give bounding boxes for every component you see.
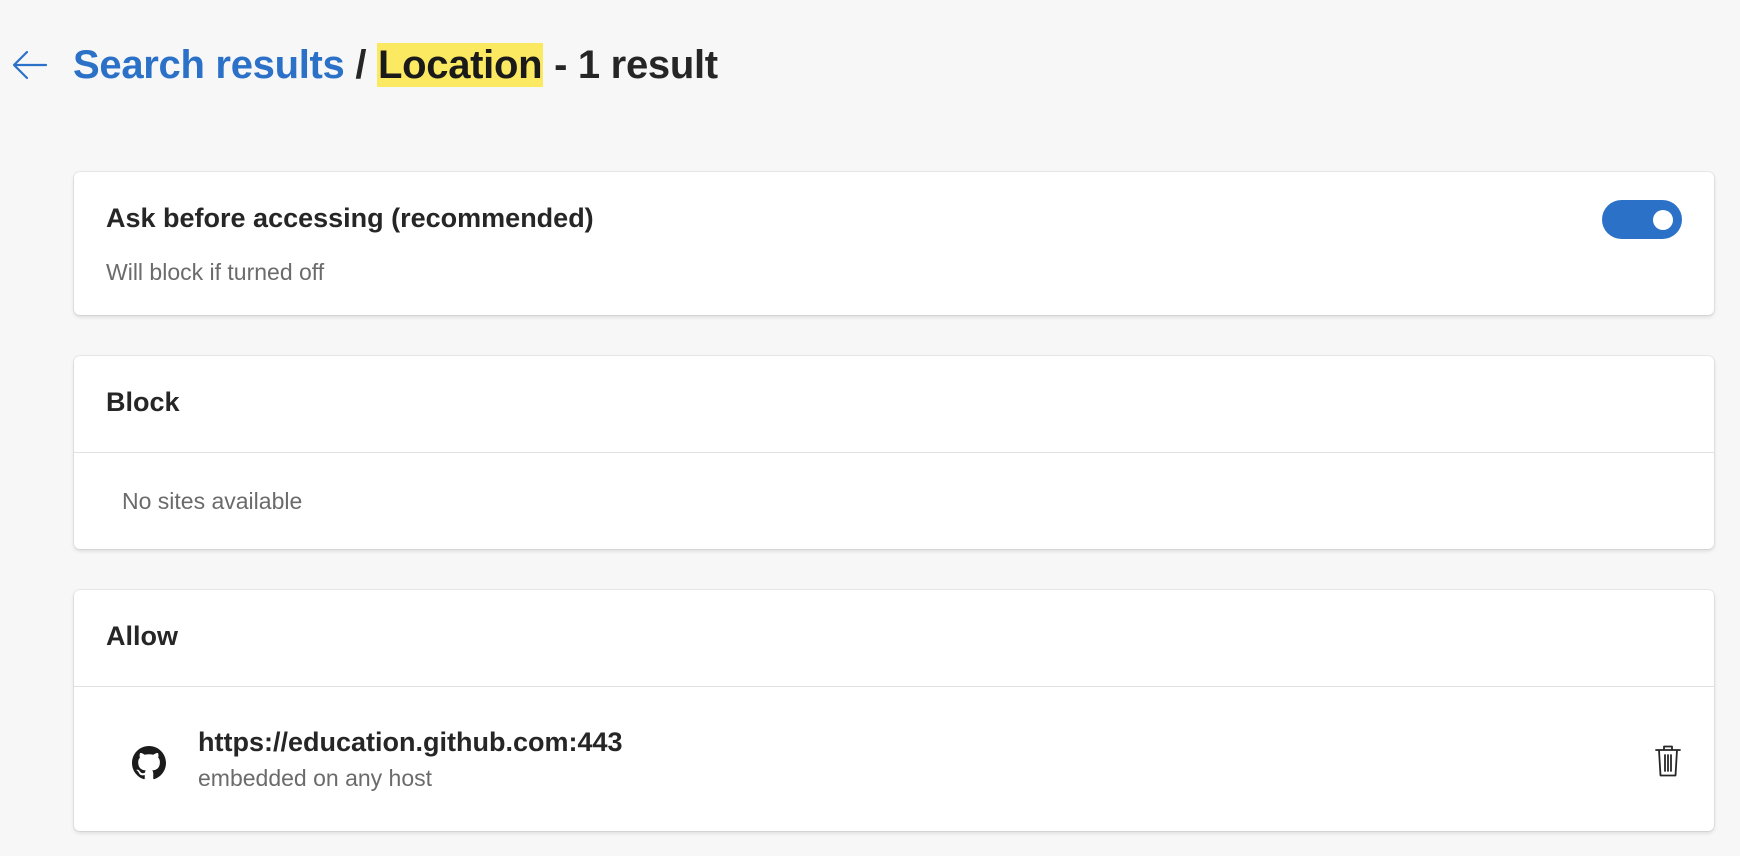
block-section-title: Block bbox=[106, 387, 180, 417]
delete-site-button[interactable] bbox=[1646, 739, 1690, 783]
trash-icon bbox=[1655, 745, 1681, 777]
result-count: - 1 result bbox=[554, 43, 718, 87]
allowed-site-url: https://education.github.com:443 bbox=[198, 727, 623, 757]
block-section-card: Block No sites available bbox=[74, 356, 1714, 549]
breadcrumb-search-results-link[interactable]: Search results bbox=[73, 43, 345, 87]
block-empty-message: No sites available bbox=[122, 488, 303, 514]
ask-setting-description: Will block if turned off bbox=[106, 259, 325, 285]
arrow-left-icon bbox=[12, 50, 48, 80]
ask-before-accessing-toggle[interactable] bbox=[1602, 200, 1682, 239]
ask-before-accessing-card: Ask before accessing (recommended) Will … bbox=[74, 172, 1714, 315]
allow-section-title: Allow bbox=[106, 621, 178, 651]
allowed-site-row[interactable]: https://education.github.com:443 embedde… bbox=[74, 687, 1714, 831]
github-icon bbox=[132, 746, 166, 780]
toggle-knob bbox=[1653, 210, 1673, 230]
page-title: Search results / Location - 1 result bbox=[73, 43, 718, 88]
back-button[interactable] bbox=[8, 45, 52, 85]
section-divider bbox=[74, 452, 1714, 453]
breadcrumb-separator: / bbox=[355, 43, 367, 87]
ask-setting-title: Ask before accessing (recommended) bbox=[106, 203, 594, 233]
search-term-highlight: Location bbox=[377, 43, 544, 87]
allow-section-card: Allow https://education.github.com:443 e… bbox=[74, 590, 1714, 831]
site-permissions-page: Search results / Location - 1 result Ask… bbox=[0, 0, 1740, 856]
allowed-site-description: embedded on any host bbox=[198, 765, 433, 791]
